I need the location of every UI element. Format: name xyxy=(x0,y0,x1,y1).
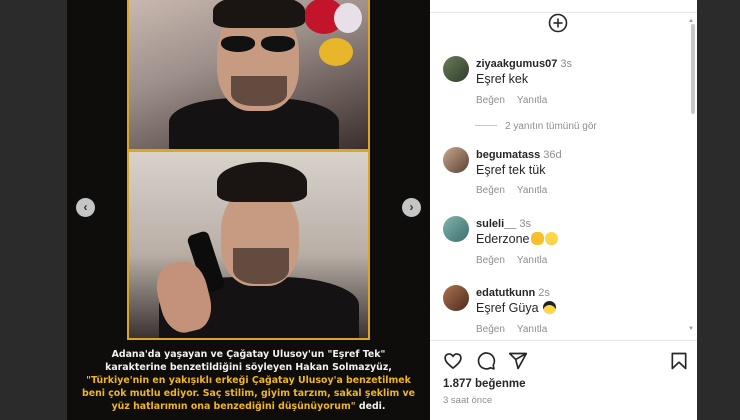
next-arrow-icon[interactable]: › xyxy=(402,198,421,217)
likes-count[interactable]: 1.877 beğenme xyxy=(443,378,525,390)
comment-text: Eşref kek xyxy=(476,72,529,86)
comment-time[interactable]: 36d xyxy=(543,149,561,161)
backdrop-left xyxy=(0,0,67,420)
comment-time[interactable]: 3s xyxy=(519,218,531,230)
like-link[interactable]: Beğen xyxy=(476,324,505,335)
avatar[interactable] xyxy=(443,147,469,173)
sunglasses-face-emoji xyxy=(543,301,557,314)
view-replies-link[interactable]: 2 yanıtın tümünü gör xyxy=(475,121,597,132)
divider xyxy=(475,125,497,126)
prev-arrow-icon[interactable]: ‹ xyxy=(76,198,95,217)
comment-text: Eşref tek tük xyxy=(476,163,546,177)
share-icon[interactable] xyxy=(508,351,528,371)
post-image: Adana'da yaşayan ve Çağatay Ulusoy'un "E… xyxy=(67,0,430,420)
post-caption: Adana'da yaşayan ve Çağatay Ulusoy'un "E… xyxy=(75,348,422,413)
reply-link[interactable]: Yanıtla xyxy=(517,95,547,106)
clapping-hands-emoji xyxy=(530,232,544,245)
avatar[interactable] xyxy=(443,56,469,82)
comment-text: Ederzone xyxy=(476,232,530,246)
comment-item: edatutkunn 2s Eşref Güya Beğen Yanıtla xyxy=(443,285,683,337)
post-time[interactable]: 3 saat önce xyxy=(443,395,492,406)
avatar[interactable] xyxy=(443,285,469,311)
likes-number: 1.877 xyxy=(443,378,472,390)
caption-tail: dedi. xyxy=(355,401,386,412)
scroll-down-arrow[interactable]: ▼ xyxy=(688,326,694,332)
comment-item: begumatass 36d Eşref tek tük Beğen Yanıtla xyxy=(443,147,683,199)
like-link[interactable]: Beğen xyxy=(476,95,505,106)
comment-time[interactable]: 2s xyxy=(538,287,550,299)
caption-quote: beni çok mutlu ediyor. Saç stilim, giyim… xyxy=(82,388,415,399)
comment-icon[interactable] xyxy=(476,351,496,371)
photo-bottom xyxy=(127,150,370,340)
likes-label: beğenme xyxy=(474,378,526,390)
add-circle-icon[interactable] xyxy=(548,13,568,33)
comment-username[interactable]: edatutkunn xyxy=(476,287,535,299)
grinning-face-emoji xyxy=(544,232,558,245)
bookmark-icon[interactable] xyxy=(669,351,689,371)
scrollbar-thumb[interactable] xyxy=(691,24,695,114)
like-link[interactable]: Beğen xyxy=(476,255,505,266)
caption-quote: "Türkiye'nin en yakışıklı erkeği Çağatay… xyxy=(86,375,411,386)
post-media[interactable]: Adana'da yaşayan ve Çağatay Ulusoy'un "E… xyxy=(67,0,430,420)
comment-username[interactable]: ziyaakgumus07 xyxy=(476,58,557,70)
comments-panel: ▲ ▼ ziyaakgumus07 3s Eşref kek Beğen Yanıt… xyxy=(430,0,697,420)
view-replies-label: 2 yanıtın tümünü gör xyxy=(505,121,597,132)
comment-username[interactable]: begumatass xyxy=(476,149,540,161)
heart-icon[interactable] xyxy=(443,351,463,371)
caption-quote: yüz hatlarımın ona benzediğini düşünüyor… xyxy=(111,401,356,412)
comment-text: Eşref Güya xyxy=(476,301,539,315)
reply-link[interactable]: Yanıtla xyxy=(517,255,547,266)
caption-line: karakterine benzetildiğini söyleyen Haka… xyxy=(105,362,392,373)
like-link[interactable]: Beğen xyxy=(476,185,505,196)
caption-line: Adana'da yaşayan ve Çağatay Ulusoy'un "E… xyxy=(111,349,386,360)
reply-link[interactable]: Yanıtla xyxy=(517,324,547,335)
comment-time[interactable]: 3s xyxy=(560,58,572,70)
divider xyxy=(430,340,697,341)
comment-item: ziyaakgumus07 3s Eşref kek Beğen Yanıtla xyxy=(443,56,683,108)
comment-item: suleli__ 3s Ederzone Beğen Yanıtla xyxy=(443,216,683,268)
reply-link[interactable]: Yanıtla xyxy=(517,185,547,196)
backdrop-right xyxy=(697,0,740,420)
photo-top xyxy=(127,0,370,151)
comment-username[interactable]: suleli__ xyxy=(476,218,516,230)
avatar[interactable] xyxy=(443,216,469,242)
